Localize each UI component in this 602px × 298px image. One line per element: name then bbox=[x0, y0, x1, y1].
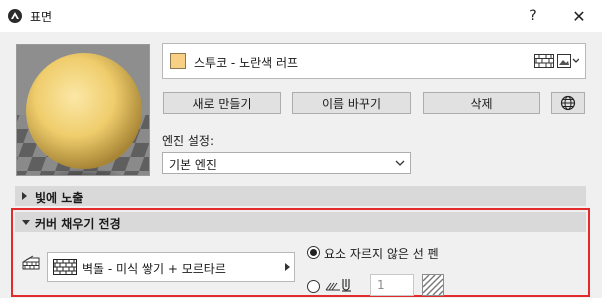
engine-dropdown[interactable]: 기본 엔진 bbox=[162, 152, 411, 174]
pen-number-field[interactable]: 1 bbox=[370, 274, 414, 296]
material-selector[interactable]: 스투코 - 노란색 러프 bbox=[162, 43, 586, 79]
texture-picker-icon[interactable] bbox=[557, 54, 579, 68]
material-preview bbox=[16, 44, 150, 176]
expand-arrow-icon bbox=[22, 192, 27, 200]
brick-pattern-icon bbox=[534, 54, 554, 68]
pen-hatch-icon bbox=[325, 279, 351, 292]
cover-fill-name: 벽돌 - 미식 쌓기 + 모르타르 bbox=[82, 262, 226, 276]
rename-button[interactable]: 이름 바꾸기 bbox=[292, 92, 411, 114]
material-color-swatch bbox=[170, 53, 186, 69]
pen-color-swatch[interactable] bbox=[422, 274, 444, 296]
section-cover-fill[interactable]: 커버 채우기 전경 bbox=[15, 212, 586, 232]
section-light-exposure-label: 빛에 노출 bbox=[35, 191, 84, 205]
globe-icon bbox=[560, 95, 576, 111]
hatch-pattern-icon bbox=[422, 274, 444, 296]
new-button[interactable]: 새로 만들기 bbox=[163, 92, 281, 114]
engine-selected-value: 기본 엔진 bbox=[169, 158, 217, 172]
radio-custom-pen[interactable] bbox=[307, 280, 320, 293]
help-button[interactable]: ? bbox=[510, 0, 556, 32]
cover-fill-selector[interactable]: 벽돌 - 미식 쌓기 + 모르타르 bbox=[47, 252, 295, 282]
globe-button[interactable] bbox=[551, 92, 585, 114]
section-light-exposure[interactable]: 빛에 노출 bbox=[15, 186, 586, 206]
brick-pattern-icon bbox=[53, 259, 77, 275]
pen-number-value: 1 bbox=[377, 278, 385, 292]
material-name: 스투코 - 노란색 러프 bbox=[194, 56, 299, 70]
delete-button[interactable]: 삭제 bbox=[423, 92, 540, 114]
dialog-content: 스투코 - 노란색 러프 새로 만들기 이름 바꾸기 삭제 엔진 설정: 기본 … bbox=[0, 32, 602, 298]
app-logo-icon bbox=[8, 9, 22, 23]
section-cover-fill-label: 커버 채우기 전경 bbox=[35, 217, 121, 231]
close-button[interactable]: ✕ bbox=[556, 0, 602, 32]
radio-uncut-line-pen-label: 요소 자르지 않은 선 펜 bbox=[324, 247, 439, 261]
collapse-arrow-icon bbox=[22, 220, 30, 225]
engine-settings-label: 엔진 설정: bbox=[162, 134, 215, 148]
title-bar: 표면 ? ✕ bbox=[0, 0, 602, 32]
cover-fill-icon bbox=[22, 255, 40, 270]
chevron-down-icon bbox=[395, 160, 405, 166]
chevron-right-icon bbox=[285, 263, 290, 271]
window-title: 표면 bbox=[30, 10, 53, 24]
radio-uncut-line-pen[interactable] bbox=[307, 246, 320, 259]
